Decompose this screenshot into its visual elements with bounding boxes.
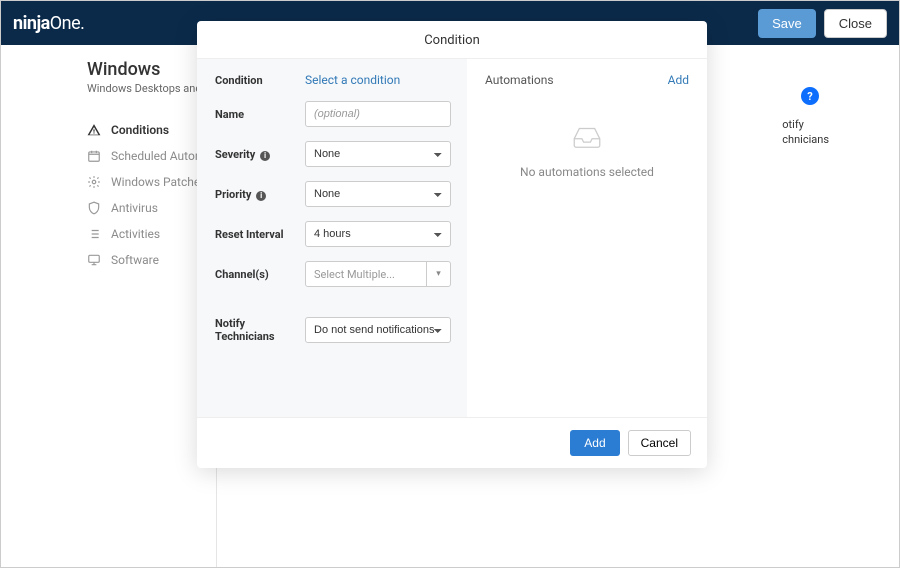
add-button[interactable]: Add [570,430,619,456]
modal-footer: Add Cancel [197,417,707,468]
chevron-down-icon: ▾ [426,262,450,286]
condition-modal: Condition Condition Select a condition N… [197,21,707,468]
label-severity: Severity i [215,148,301,161]
label-reset-interval: Reset Interval [215,228,301,241]
label-notify-technicians: Notify Technicians [215,317,301,343]
automations-empty-text: No automations selected [485,165,689,179]
severity-select[interactable]: None [305,141,451,167]
automations-empty-state: No automations selected [485,123,689,179]
tray-icon [570,123,604,155]
priority-select[interactable]: None [305,181,451,207]
modal-title: Condition [197,21,707,59]
automations-heading: Automations [485,73,554,87]
reset-interval-select[interactable]: 4 hours [305,221,451,247]
label-condition: Condition [215,74,301,87]
channels-placeholder: Select Multiple... [306,268,426,281]
cancel-button[interactable]: Cancel [628,430,691,456]
form-column: Condition Select a condition Name Severi… [197,59,467,417]
channels-multiselect[interactable]: Select Multiple... ▾ [305,261,451,287]
name-input[interactable] [305,101,451,127]
label-name: Name [215,108,301,121]
notify-select[interactable]: Do not send notifications [305,317,451,343]
add-automation-link[interactable]: Add [668,73,689,87]
automations-column: Automations Add No automations selected [467,59,707,417]
label-channels: Channel(s) [215,268,301,281]
info-icon[interactable]: i [260,151,270,161]
select-condition-link[interactable]: Select a condition [305,73,400,87]
info-icon[interactable]: i [256,191,266,201]
label-priority: Priority i [215,188,301,201]
